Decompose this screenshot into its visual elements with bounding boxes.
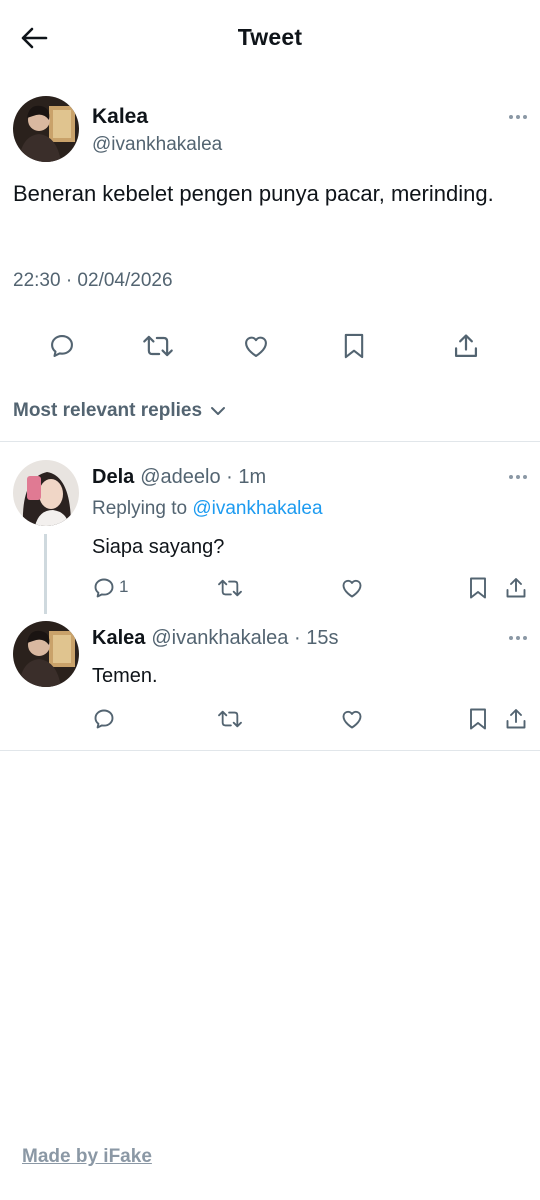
- sort-label: Most relevant replies: [13, 400, 203, 421]
- share-icon: [454, 334, 478, 358]
- comment-icon: [51, 335, 73, 357]
- bookmark-icon: [470, 577, 486, 599]
- reply-button[interactable]: [88, 703, 120, 735]
- replies-sort-selector[interactable]: Most relevant replies: [13, 400, 226, 422]
- share-button[interactable]: [500, 703, 532, 735]
- share-button[interactable]: [500, 572, 532, 604]
- chevron-down-icon: [211, 407, 226, 415]
- bookmark-icon: [470, 708, 486, 730]
- reply-button[interactable]: [46, 330, 78, 362]
- avatar-photo-icon: [13, 621, 79, 687]
- tweet-action-bar: [0, 328, 540, 368]
- reply-text: Siapa sayang?: [92, 536, 225, 558]
- avatar-photo-icon: [13, 96, 79, 162]
- bookmark-button[interactable]: [462, 572, 494, 604]
- bookmark-icon: [344, 333, 364, 359]
- like-button[interactable]: [240, 330, 272, 362]
- tweet-detail-page: Tweet Kalea @ivankhakalea Beneran kebele…: [0, 0, 540, 1200]
- divider: [0, 441, 540, 442]
- avatar[interactable]: [13, 96, 79, 162]
- page-title: Tweet: [237, 24, 303, 50]
- author-handle[interactable]: @ivankhakalea: [92, 134, 222, 156]
- heart-icon: [245, 336, 267, 357]
- tweet-text: Beneran kebelet pengen punya pacar, meri…: [13, 181, 494, 206]
- reply-count: 1: [119, 577, 129, 596]
- author-handle-time: @adeelo · 1m: [140, 466, 267, 488]
- comment-icon: [94, 578, 114, 598]
- author-name[interactable]: Kalea: [92, 627, 145, 649]
- author-handle-time: @ivankhakalea · 15s: [151, 627, 339, 649]
- comment-icon: [94, 709, 114, 729]
- bookmark-button[interactable]: [462, 703, 494, 735]
- retweet-button[interactable]: [142, 330, 174, 362]
- like-button[interactable]: [336, 703, 368, 735]
- bookmark-button[interactable]: [338, 330, 370, 362]
- share-icon: [506, 709, 526, 729]
- retweet-button[interactable]: [214, 703, 246, 735]
- avatar[interactable]: [13, 460, 79, 526]
- avatar-photo-icon: [13, 460, 79, 526]
- top-bar: Tweet: [0, 0, 540, 76]
- divider: [0, 750, 540, 751]
- reply-text: Temen.: [92, 665, 158, 687]
- more-options-icon[interactable]: [506, 633, 530, 643]
- retweet-icon: [218, 579, 242, 597]
- reply-action-bar: [0, 703, 540, 735]
- reply-header: Dela @adeelo · 1m: [92, 466, 266, 489]
- more-options-icon[interactable]: [506, 472, 530, 482]
- heart-icon: [342, 710, 362, 729]
- share-icon: [506, 578, 526, 598]
- reply-action-bar: 1: [0, 572, 540, 604]
- reply-button[interactable]: [88, 572, 120, 604]
- tweet-timestamp: 22:30 · 02/04/2026: [13, 270, 173, 291]
- retweet-icon: [218, 710, 242, 728]
- author-name[interactable]: Dela: [92, 466, 134, 488]
- like-button[interactable]: [336, 572, 368, 604]
- author-name[interactable]: Kalea: [92, 105, 148, 129]
- more-options-icon[interactable]: [506, 112, 530, 122]
- retweet-icon: [143, 335, 173, 357]
- avatar[interactable]: [13, 621, 79, 687]
- reply-header: Kalea @ivankhakalea · 15s: [92, 627, 338, 650]
- watermark-link[interactable]: Made by iFake: [22, 1146, 152, 1168]
- replying-to: Replying to @ivankhakalea: [92, 498, 323, 520]
- replying-prefix: Replying to: [92, 498, 188, 519]
- share-button[interactable]: [450, 330, 482, 362]
- mention-link[interactable]: @ivankhakalea: [192, 498, 322, 519]
- retweet-button[interactable]: [214, 572, 246, 604]
- heart-icon: [342, 579, 362, 598]
